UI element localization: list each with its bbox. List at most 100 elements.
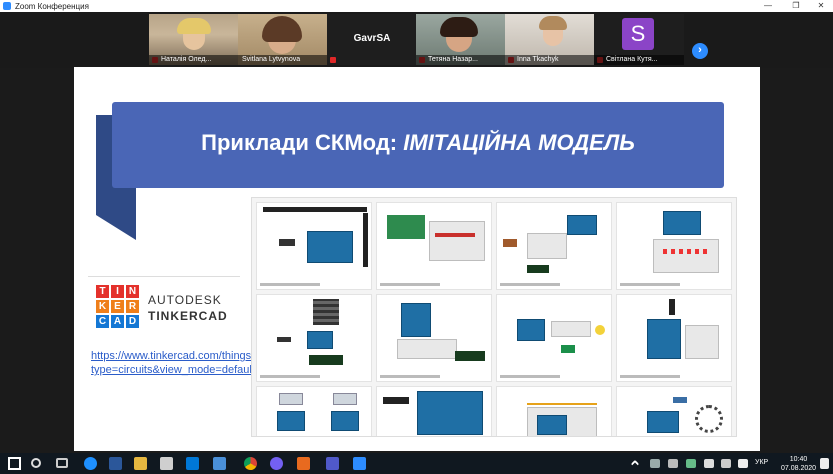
tray-app-icon[interactable] — [668, 459, 678, 468]
arduino-board — [417, 391, 483, 435]
participant-hair — [539, 16, 567, 30]
ultrasonic-sensor — [333, 393, 357, 405]
arduino-board — [307, 331, 333, 349]
participant-tile[interactable]: Тетяна Назар... — [416, 14, 506, 65]
tinkercad-logo-mark: T I N K E R C A D — [96, 285, 139, 328]
maximize-button[interactable]: ❐ — [783, 0, 809, 12]
participant-hair — [177, 18, 211, 34]
tray-app-icon[interactable] — [686, 459, 696, 468]
circuit-thumbnail[interactable] — [256, 202, 372, 290]
chrome-icon[interactable] — [244, 457, 257, 470]
next-participants-button[interactable]: › — [692, 43, 708, 59]
store-icon[interactable] — [160, 457, 173, 470]
participant-tile[interactable]: Наталія Олед... — [149, 14, 239, 65]
participant-hair — [262, 16, 302, 42]
thumbnail-caption — [620, 375, 680, 378]
volume-icon[interactable] — [738, 459, 748, 468]
system-clock[interactable]: 10:40 07.08.2020 — [781, 455, 816, 473]
lcd-display — [455, 351, 485, 361]
notifications-icon[interactable] — [820, 458, 829, 469]
participant-name-large: GavrSA — [353, 33, 391, 44]
lcd-display — [309, 355, 343, 365]
zoom-taskbar-icon[interactable] — [353, 457, 366, 470]
circuit-thumbnail[interactable] — [376, 202, 492, 290]
circuit-thumbnail[interactable] — [496, 202, 612, 290]
logo-line-tinkercad: TINKERCAD — [148, 309, 228, 323]
task-view-icon[interactable] — [56, 458, 68, 468]
circuit-thumbnail[interactable] — [376, 294, 492, 382]
word-icon[interactable] — [109, 457, 122, 470]
muted-mic-icon — [330, 57, 336, 63]
file-explorer-icon[interactable] — [134, 457, 147, 470]
keypad — [313, 299, 339, 325]
usb-cable — [383, 397, 409, 404]
mail-icon[interactable] — [186, 457, 199, 470]
sensor — [561, 345, 575, 353]
edge-icon[interactable] — [84, 457, 97, 470]
clock-time: 10:40 — [789, 456, 808, 463]
battery-icon[interactable] — [704, 459, 714, 468]
chevron-up-icon[interactable] — [630, 459, 640, 469]
participant-tile[interactable]: GavrSA — [327, 14, 417, 65]
app-icon[interactable] — [213, 457, 226, 470]
thumbnail-caption — [260, 375, 320, 378]
led-strip — [363, 213, 368, 267]
relay-module — [387, 215, 425, 239]
circuit-thumbnail[interactable] — [616, 386, 732, 436]
participant-tile[interactable]: Svitlana Lytvynova — [238, 14, 328, 65]
usb-cable — [277, 337, 291, 342]
participant-tile[interactable]: Inna Tkachyk — [505, 14, 595, 65]
sensor — [673, 397, 687, 403]
network-icon[interactable] — [721, 459, 731, 468]
thumbnail-caption — [500, 375, 560, 378]
participant-hair — [440, 17, 478, 37]
search-icon[interactable] — [31, 458, 41, 468]
resistor-row — [435, 233, 475, 237]
participant-avatar: S — [622, 18, 654, 50]
slides-app-icon[interactable] — [297, 457, 310, 470]
circuit-thumbnail[interactable] — [496, 386, 612, 436]
circuit-thumbnail[interactable] — [256, 386, 372, 436]
minimize-button[interactable]: — — [755, 0, 781, 12]
circuit-thumbnail[interactable] — [616, 202, 732, 290]
circuit-thumbnail[interactable] — [496, 294, 612, 382]
tinkercad-logo: T I N K E R C A D AUTODESK TINKERCAD — [88, 276, 240, 334]
lcd-display — [527, 265, 549, 273]
sensor — [503, 239, 517, 247]
tinkercad-link[interactable]: https://www.tinkercad.com/things?type=ci… — [91, 349, 257, 377]
usb-cable — [279, 239, 295, 246]
keyboard-language[interactable]: УКР — [755, 459, 768, 466]
circuit-thumbnail[interactable] — [256, 294, 372, 382]
windows-start-icon[interactable] — [8, 457, 21, 470]
led-strip — [263, 207, 367, 212]
ultrasonic-sensor — [279, 393, 303, 405]
thumbnail-caption — [620, 283, 680, 286]
participant-name: Тетяна Назар... — [416, 55, 506, 65]
neopixel-ring — [695, 405, 723, 433]
thumbnail-caption — [380, 283, 440, 286]
breadboard — [653, 239, 719, 273]
breadboard — [685, 325, 719, 359]
tray-app-icon[interactable] — [650, 459, 660, 468]
slide-title-banner: Приклади СКМод: ІМІТАЦІЙНА МОДЕЛЬ — [112, 102, 724, 188]
breadboard — [551, 321, 591, 337]
slide-title: Приклади СКМод: ІМІТАЦІЙНА МОДЕЛЬ — [201, 130, 635, 155]
circuit-thumbnail[interactable] — [376, 386, 492, 436]
thumbnail-caption — [260, 283, 320, 286]
circuits-gallery-screenshot — [251, 197, 737, 437]
wire — [527, 403, 597, 405]
logo-line-autodesk: AUTODESK — [148, 293, 222, 307]
participant-strip: Наталія Олед... Svitlana Lytvynova GavrS… — [0, 12, 833, 68]
close-button[interactable]: ✕ — [808, 0, 833, 12]
shared-slide: Приклади СКМод: ІМІТАЦІЙНА МОДЕЛЬ T I N … — [74, 67, 760, 451]
thumbnail-caption — [380, 375, 440, 378]
participant-tile[interactable]: S Світлана Кутя... — [594, 14, 684, 65]
clock-date: 07.08.2020 — [781, 465, 817, 472]
circuit-thumbnail[interactable] — [616, 294, 732, 382]
viber-icon[interactable] — [270, 457, 283, 470]
teams-icon[interactable] — [326, 457, 339, 470]
arduino-board — [663, 211, 701, 235]
breadboard — [429, 221, 485, 261]
usb-cable — [669, 299, 675, 315]
arduino-board — [537, 415, 567, 435]
